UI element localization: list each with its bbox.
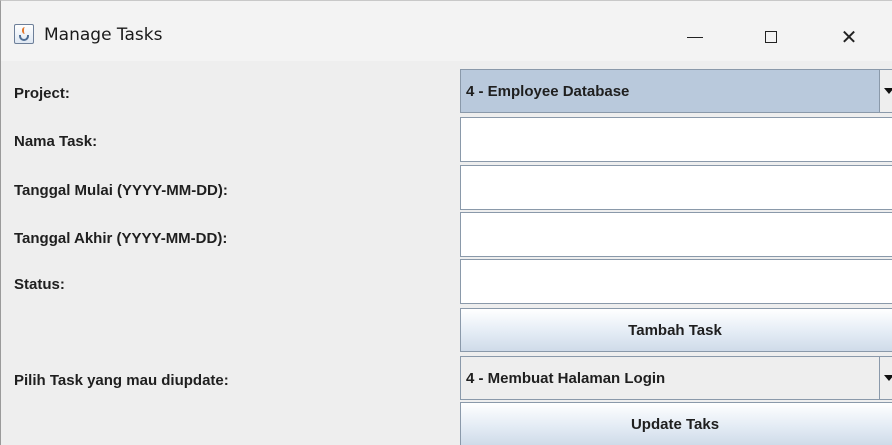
tanggal-akhir-label: Tanggal Akhir (YYYY-MM-DD): <box>14 230 228 247</box>
close-icon: ✕ <box>840 25 858 49</box>
pilih-task-combobox[interactable]: 4 - Membuat Halaman Login <box>460 356 892 400</box>
minimize-icon <box>687 36 703 38</box>
chevron-down-icon <box>884 88 892 94</box>
pilih-task-dropdown-arrow[interactable] <box>879 357 892 399</box>
nama-task-field[interactable] <box>460 117 892 162</box>
tanggal-akhir-field[interactable] <box>460 212 892 257</box>
tanggal-mulai-field[interactable] <box>460 165 892 210</box>
pilih-task-combobox-value: 4 - Membuat Halaman Login <box>466 369 666 387</box>
tambah-task-button[interactable]: Tambah Task <box>460 308 892 352</box>
status-field[interactable] <box>460 259 892 304</box>
manage-tasks-window: Manage Tasks ✕ Project: 4 - Employee Dat… <box>0 0 892 445</box>
tanggal-mulai-label: Tanggal Mulai (YYYY-MM-DD): <box>14 182 228 199</box>
nama-task-label: Nama Task: <box>14 133 98 150</box>
update-task-button[interactable]: Update Taks <box>460 402 892 445</box>
pilih-task-label: Pilih Task yang mau diupdate: <box>14 372 229 389</box>
project-dropdown-arrow[interactable] <box>879 70 892 112</box>
maximize-button[interactable] <box>743 11 799 61</box>
title-bar[interactable]: Manage Tasks ✕ <box>1 1 892 61</box>
java-cup-body <box>19 35 29 41</box>
project-combobox[interactable]: 4 - Employee Database <box>460 69 892 113</box>
close-button[interactable]: ✕ <box>821 11 877 61</box>
status-label: Status: <box>14 276 65 293</box>
project-combobox-value: 4 - Employee Database <box>466 82 630 100</box>
window-title: Manage Tasks <box>44 25 163 45</box>
java-cup-icon <box>14 24 34 44</box>
java-cup-steam <box>22 27 28 34</box>
chevron-down-icon <box>884 375 892 381</box>
minimize-button[interactable] <box>667 11 723 61</box>
maximize-icon <box>765 31 777 43</box>
project-label: Project: <box>14 85 70 102</box>
